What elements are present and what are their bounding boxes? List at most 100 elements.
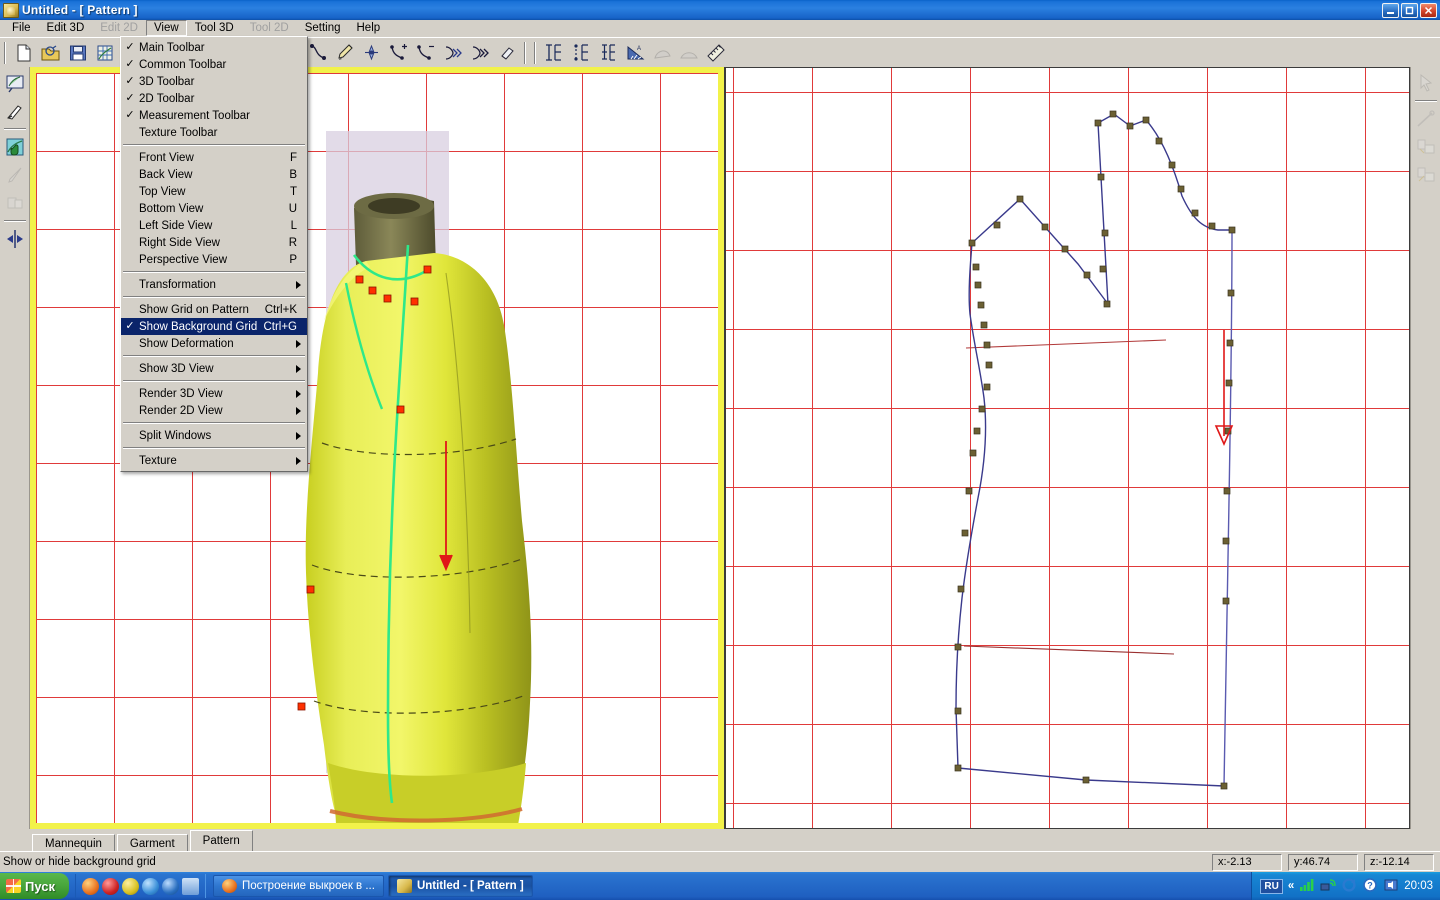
menu-item-2d-toolbar[interactable]: ✓ 2D Toolbar [121,90,307,107]
menu-item-left-side-view[interactable]: Left Side View L [121,217,307,234]
save-icon[interactable] [65,41,90,65]
menu-setting[interactable]: Setting [297,20,349,36]
menu-item-transformation[interactable]: Transformation [121,276,307,293]
left-toolbar [0,67,30,829]
menu-item-measurement-toolbar[interactable]: ✓ Measurement Toolbar [121,107,307,124]
measure-length-icon[interactable] [541,41,566,65]
menu-item-render-2d-view[interactable]: Render 2D View [121,402,307,419]
symmetry-icon[interactable] [2,226,28,252]
browser-globe-icon[interactable] [142,878,159,895]
menu-label: Show Background Grid [139,321,263,333]
signal-bars-icon[interactable] [1299,878,1315,894]
menu-tool-2d: Tool 2D [242,20,297,36]
help-icon[interactable]: ? [1362,878,1378,894]
language-indicator[interactable]: RU [1260,879,1282,894]
point-node-icon[interactable] [359,41,384,65]
curve-icon[interactable] [305,41,330,65]
menu-item-perspective-view[interactable]: Perspective View P [121,251,307,268]
menu-item-bottom-view[interactable]: Bottom View U [121,200,307,217]
toolbar-separator [4,42,6,64]
tab-pattern[interactable]: Pattern [190,830,253,851]
task-button-browser[interactable]: Построение выкроек в ... [213,875,384,897]
menu-accelerator: T [290,186,303,198]
sync-icon[interactable] [1341,878,1357,894]
menu-label: Split Windows [139,430,293,442]
menu-item-texture[interactable]: Texture [121,452,307,469]
menu-tool-3d[interactable]: Tool 3D [187,20,242,36]
menu-label: Back View [139,169,289,181]
menu-item-front-view[interactable]: Front View F [121,149,307,166]
app-icon [3,3,19,18]
menu-item-show-grid-on-pattern[interactable]: Show Grid on Pattern Ctrl+K [121,301,307,318]
menu-item-top-view[interactable]: Top View T [121,183,307,200]
menu-bar: File Edit 3D Edit 2D View Tool 3D Tool 2… [0,20,1440,37]
title-bar: Untitled - [ Pattern ] [0,0,1440,20]
measure-segment-icon[interactable] [568,41,593,65]
close-button[interactable] [1420,3,1437,18]
menu-label: Show Deformation [139,338,293,350]
menu-accelerator: F [290,152,303,164]
menu-item-show-3d-view[interactable]: Show 3D View [121,360,307,377]
submenu-arrow-icon [293,390,303,398]
right-toolbar [1410,67,1440,829]
menu-item-texture-toolbar[interactable]: Texture Toolbar [121,124,307,141]
panel-stack-icon [2,190,28,216]
hand-select-icon[interactable] [2,134,28,160]
window-icon[interactable] [182,878,199,895]
tray-expand-icon[interactable]: « [1288,880,1294,892]
coord-z: z:-12.14 [1364,854,1434,871]
open-folder-icon[interactable] [38,41,63,65]
firefox-icon[interactable] [82,878,99,895]
taskbar: Пуск Построение выкроек в ... Untitled -… [0,872,1440,900]
new-document-icon[interactable] [11,41,36,65]
menu-item-show-deformation[interactable]: Show Deformation [121,335,307,352]
clock[interactable]: 20:03 [1404,880,1433,892]
eraser-icon[interactable] [494,41,519,65]
volume-icon[interactable] [1383,878,1399,894]
media-player-icon[interactable] [122,878,139,895]
opera-icon[interactable] [102,878,119,895]
measure-double-icon[interactable] [595,41,620,65]
menu-item-3d-toolbar[interactable]: ✓ 3D Toolbar [121,73,307,90]
add-point-icon[interactable] [386,41,411,65]
coord-x: x:-2.13 [1212,854,1282,871]
menu-label: Show 3D View [139,363,293,375]
2d-canvas[interactable] [726,68,1409,828]
menu-label: Render 2D View [139,405,293,417]
menu-edit-2d: Edit 2D [92,20,146,36]
view-dropdown-menu[interactable]: ✓ Main Toolbar ✓ Common Toolbar ✓ 3D Too… [120,36,308,472]
menu-item-common-toolbar[interactable]: ✓ Common Toolbar [121,56,307,73]
restore-button[interactable] [1401,3,1418,18]
knife-cut-icon[interactable] [2,98,28,124]
needle-icon [1413,106,1439,132]
2d-pattern-view[interactable] [724,67,1410,829]
arrow-pin-icon [2,162,28,188]
menu-file[interactable]: File [4,20,39,36]
network-icon[interactable] [1320,878,1336,894]
task-button-app[interactable]: Untitled - [ Pattern ] [388,875,533,897]
menu-item-split-windows[interactable]: Split Windows [121,427,307,444]
menu-edit-3d[interactable]: Edit 3D [39,20,93,36]
start-button[interactable]: Пуск [0,873,69,899]
menu-help[interactable]: Help [349,20,389,36]
menu-label: Left Side View [139,220,291,232]
screen-pick-icon[interactable] [2,70,28,96]
remove-point-icon[interactable] [413,41,438,65]
pattern-grid-icon[interactable] [92,41,117,65]
menu-item-render-3d-view[interactable]: Render 3D View [121,385,307,402]
menu-item-right-side-view[interactable]: Right Side View R [121,234,307,251]
menu-item-show-background-grid[interactable]: ✓ Show Background Grid Ctrl+G [121,318,307,335]
menu-label: Bottom View [139,203,289,215]
fold-arrows-icon[interactable] [440,41,465,65]
sew-panels-icon [1413,134,1439,160]
menu-view[interactable]: View [146,20,187,36]
ruler-icon[interactable] [703,41,728,65]
minimize-button[interactable] [1382,3,1399,18]
pencil-icon[interactable] [332,41,357,65]
menu-item-back-view[interactable]: Back View B [121,166,307,183]
window-controls [1382,3,1440,18]
ie-icon[interactable] [162,878,179,895]
menu-item-main-toolbar[interactable]: ✓ Main Toolbar [121,39,307,56]
unfold-arrows-icon[interactable] [467,41,492,65]
measure-chart-icon[interactable]: A [622,41,647,65]
